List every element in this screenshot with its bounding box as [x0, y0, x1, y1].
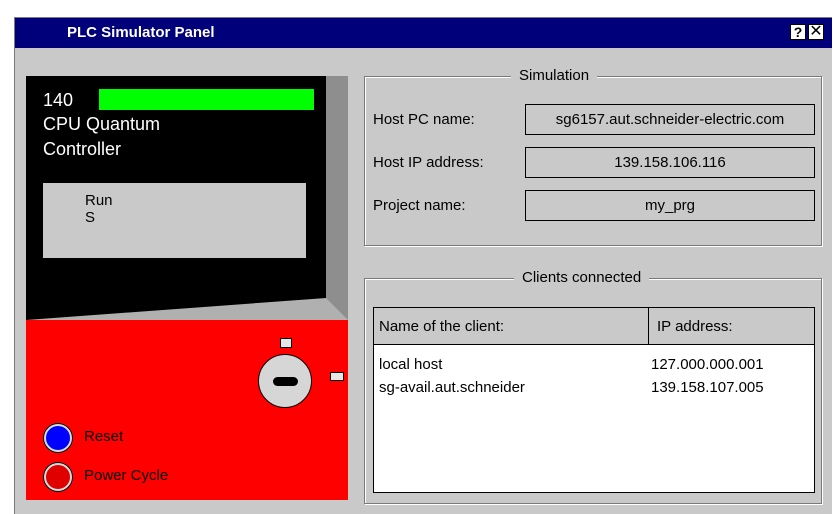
plc-status-display: Run S	[43, 183, 306, 258]
clients-group: Clients connected Name of the client: IP…	[364, 269, 822, 504]
window-title: PLC Simulator Panel	[67, 24, 215, 41]
table-row[interactable]: local host 127.000.000.001	[374, 356, 814, 376]
host-pc-name-field: sg6157.aut.schneider-electric.com	[525, 104, 815, 135]
title-bar[interactable]: PLC Simulator Panel ? ✕	[15, 18, 832, 48]
power-cycle-label: Power Cycle	[84, 467, 169, 484]
simulation-group-title: Simulation	[511, 67, 598, 84]
key-position-marker-top	[280, 338, 292, 348]
column-header-ip-address[interactable]: IP address:	[657, 318, 733, 335]
project-name-label: Project name:	[373, 197, 466, 214]
table-row[interactable]: sg-avail.aut.schneider 139.158.107.005	[374, 379, 814, 399]
help-button[interactable]: ?	[790, 24, 806, 40]
column-header-client-name[interactable]: Name of the client:	[379, 318, 504, 335]
table-header: Name of the client: IP address:	[374, 308, 814, 345]
clients-group-title: Clients connected	[514, 269, 650, 286]
host-ip-field: 139.158.106.116	[525, 147, 815, 178]
plc-model: 140	[43, 90, 74, 110]
status-s: S	[85, 209, 96, 226]
column-separator[interactable]	[648, 308, 649, 344]
plc-simulator-window: PLC Simulator Panel ? ✕ 140 CPU Quantum …	[14, 17, 832, 514]
plc-device: 140 CPU Quantum Controller Run S Reset P…	[26, 76, 348, 500]
client-ip-cell: 139.158.107.005	[651, 379, 764, 396]
client-ip-cell: 127.000.000.001	[651, 356, 764, 373]
plc-lower-panel	[26, 320, 348, 500]
key-slot-icon	[273, 377, 298, 386]
key-position-marker-side	[330, 372, 344, 381]
plc-front-panel: 140 CPU Quantum Controller Run S	[26, 76, 326, 320]
host-pc-name-label: Host PC name:	[373, 111, 475, 128]
power-cycle-button[interactable]	[43, 462, 73, 492]
plc-type-label: Controller	[43, 139, 122, 159]
simulation-group: Simulation Host PC name: sg6157.aut.schn…	[364, 67, 822, 246]
host-ip-label: Host IP address:	[373, 154, 484, 171]
client-name-cell: local host	[379, 356, 443, 373]
plc-side-panel	[326, 76, 348, 320]
plc-bevel	[26, 292, 348, 322]
reset-label: Reset	[84, 428, 124, 445]
close-button[interactable]: ✕	[808, 24, 824, 40]
client-name-cell: sg-avail.aut.schneider	[379, 379, 525, 396]
plc-cpu-label: CPU Quantum	[43, 114, 161, 134]
project-name-field: my_prg	[525, 190, 815, 221]
key-switch[interactable]	[258, 354, 312, 408]
status-run: Run	[85, 192, 113, 209]
clients-table[interactable]: Name of the client: IP address: local ho…	[373, 307, 815, 493]
run-led	[99, 89, 314, 110]
reset-button[interactable]	[43, 423, 73, 453]
